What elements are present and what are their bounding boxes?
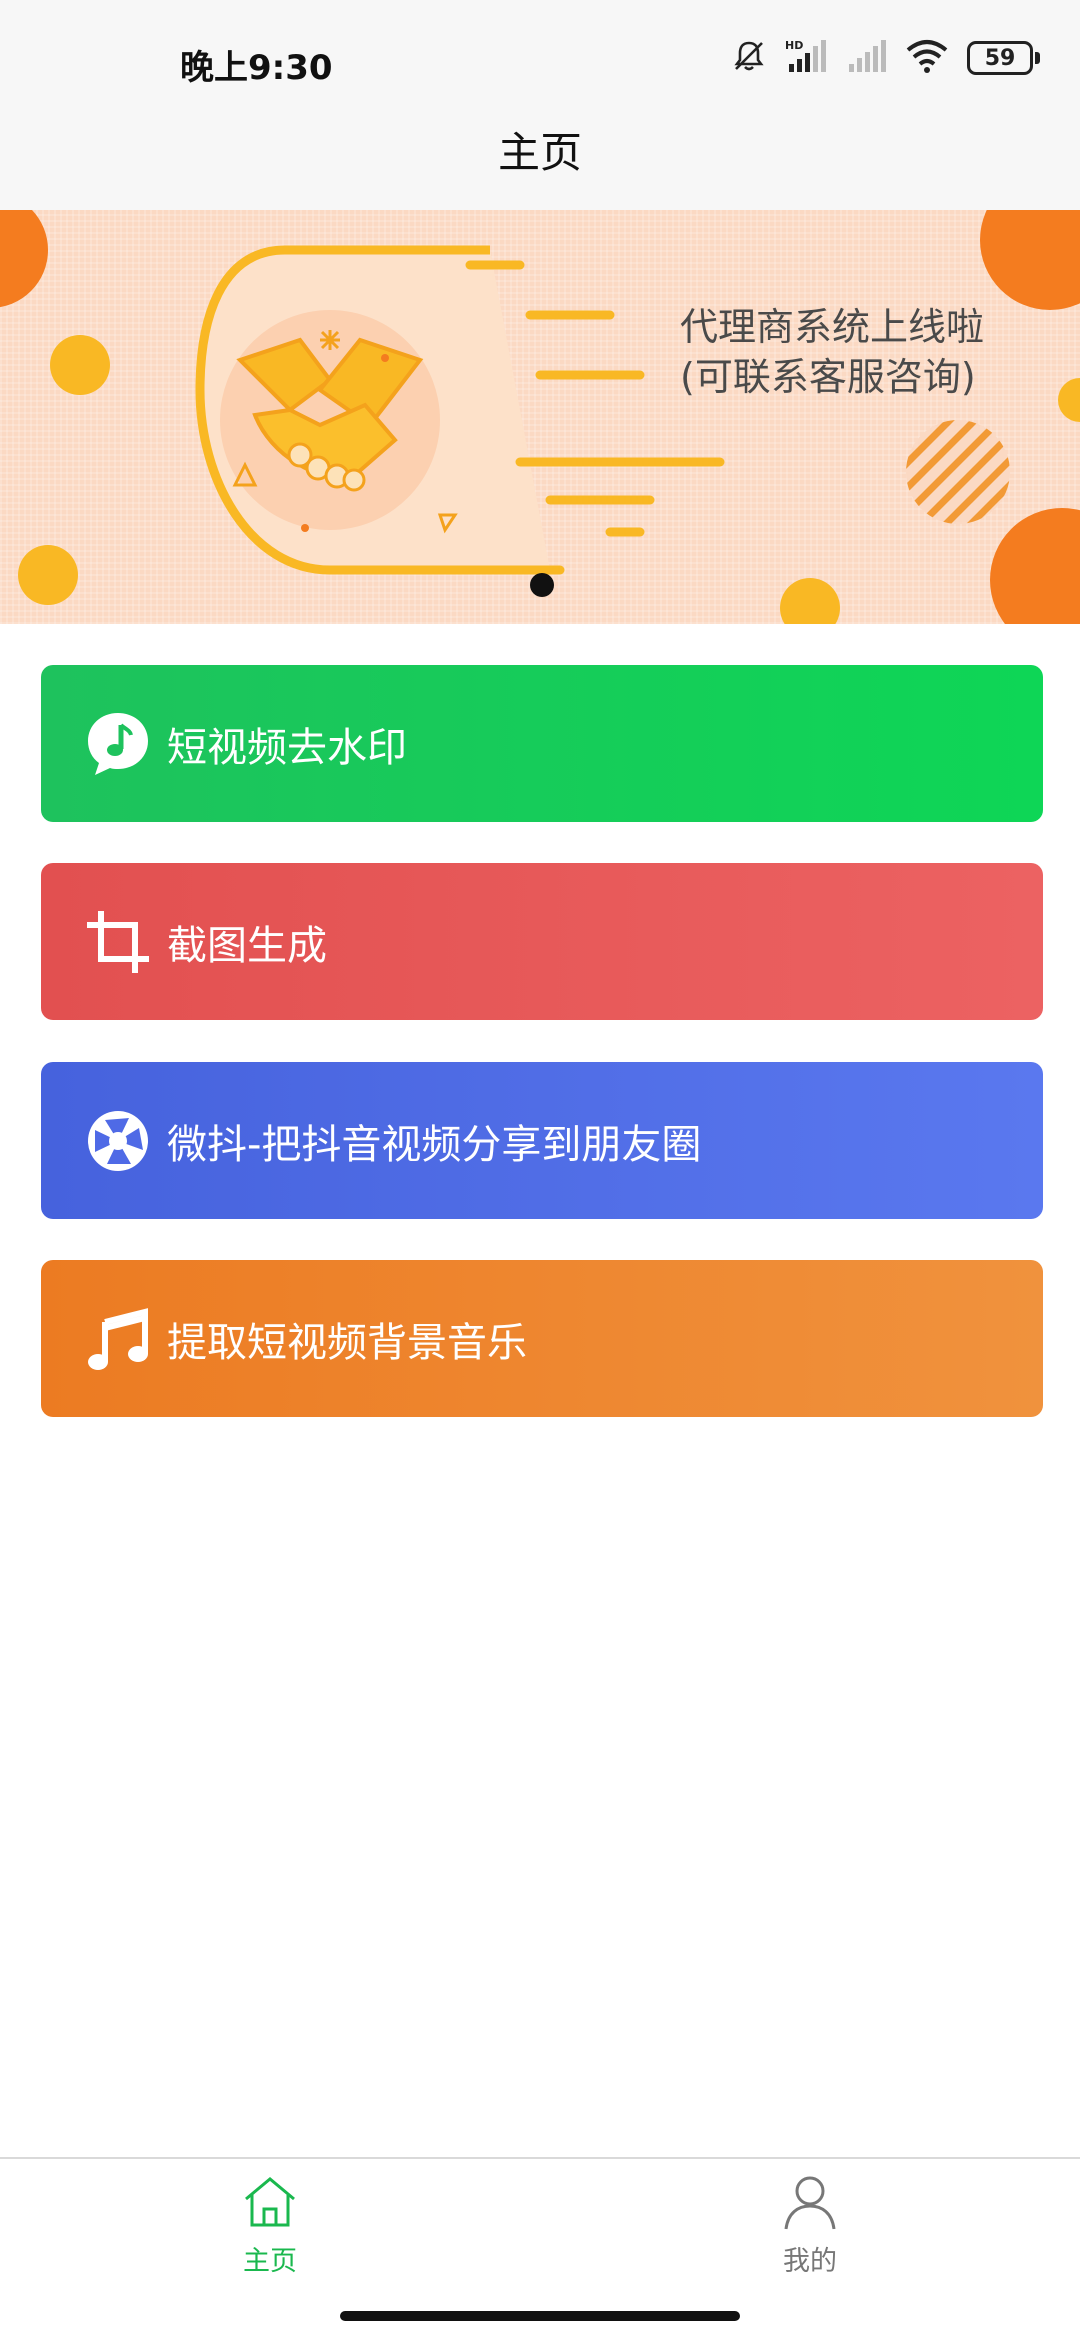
banner-line2: (可联系客服咨询)	[680, 355, 976, 399]
banner-pager-dot	[530, 573, 554, 597]
music-notes-icon	[83, 1304, 153, 1374]
home-page: 晚上9:30 HD 59 主页 代理商系统上线啦 (可联系客服咨询) 短视频去水…	[0, 0, 1080, 2340]
status-time: 晚上9:30	[180, 48, 333, 88]
wifi-icon	[905, 38, 949, 78]
home-icon	[240, 2171, 300, 2235]
action-label: 提取短视频背景音乐	[167, 1319, 527, 1366]
tab-home[interactable]: 主页	[190, 2171, 350, 2278]
tab-label: 主页	[243, 2246, 297, 2277]
decor-circle	[18, 545, 78, 605]
promo-banner[interactable]: 代理商系统上线啦 (可联系客服咨询)	[0, 210, 1080, 624]
banner-line1: 代理商系统上线啦	[680, 305, 985, 349]
decor-circle	[990, 508, 1080, 624]
signal-icon	[847, 38, 887, 78]
action-label: 短视频去水印	[167, 724, 407, 771]
action-label: 截图生成	[167, 922, 327, 969]
battery-level: 59	[967, 41, 1033, 75]
battery-icon: 59	[967, 41, 1040, 75]
screenshot-generate-button[interactable]: 截图生成	[41, 863, 1043, 1020]
person-icon	[780, 2171, 840, 2235]
svg-text:HD: HD	[785, 39, 803, 52]
status-icons: HD 59	[731, 38, 1040, 78]
decor-circle	[0, 210, 48, 308]
decor-circle	[50, 335, 110, 395]
mute-icon	[731, 38, 767, 78]
remove-watermark-button[interactable]: 短视频去水印	[41, 665, 1043, 822]
tab-label: 我的	[783, 2246, 837, 2277]
shutter-icon	[83, 1106, 153, 1176]
page-title: 主页	[497, 128, 582, 177]
nav-bar: 主页	[0, 120, 1080, 210]
hd-signal-icon: HD	[785, 38, 829, 78]
home-indicator[interactable]	[340, 2311, 740, 2321]
banner-illustration	[0, 210, 1080, 624]
decor-circle	[980, 210, 1080, 310]
crop-icon	[83, 907, 153, 977]
extract-music-button[interactable]: 提取短视频背景音乐	[41, 1260, 1043, 1417]
decor-circle	[780, 578, 840, 624]
status-bar: 晚上9:30 HD 59	[0, 0, 1080, 120]
music-bubble-icon	[83, 709, 153, 779]
action-label: 微抖-把抖音视频分享到朋友圈	[167, 1121, 702, 1168]
decor-circle	[1058, 378, 1080, 422]
tab-me[interactable]: 我的	[730, 2171, 890, 2278]
share-douyin-button[interactable]: 微抖-把抖音视频分享到朋友圈	[41, 1062, 1043, 1219]
banner-text: 代理商系统上线啦 (可联系客服咨询)	[680, 302, 984, 402]
